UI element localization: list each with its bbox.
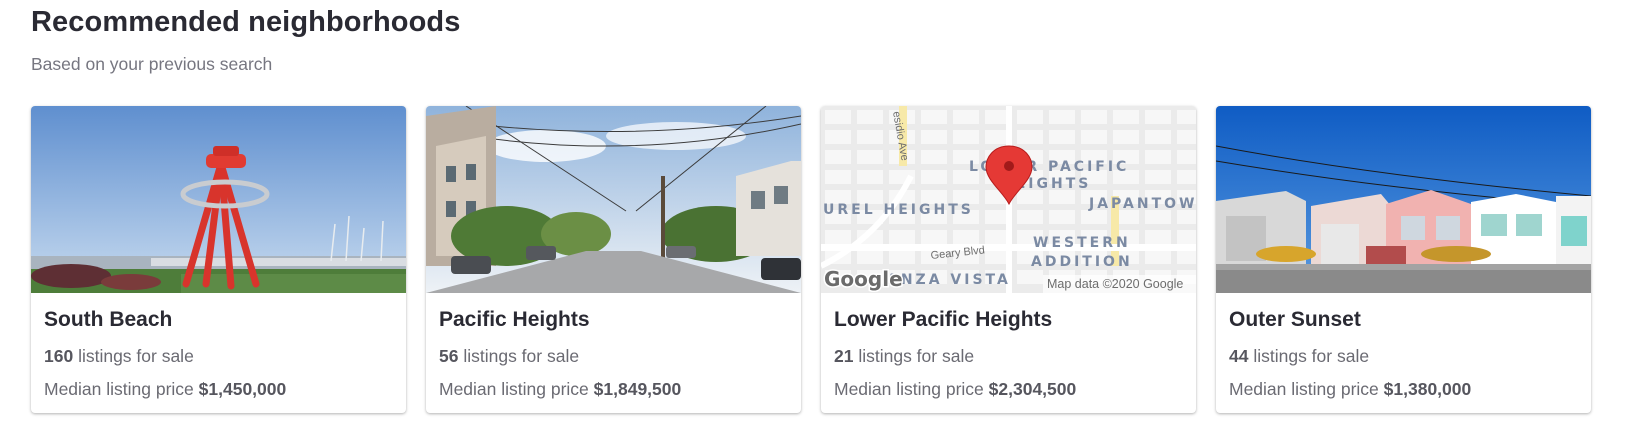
median-price-value: $1,849,500 bbox=[593, 379, 682, 399]
median-price-label: Median listing price bbox=[439, 379, 594, 399]
median-price-value: $2,304,500 bbox=[988, 379, 1077, 399]
listings-count: 56 bbox=[439, 346, 459, 366]
map-label: ANZA VISTA bbox=[887, 272, 1011, 288]
map-attribution: Map data ©2020 Google bbox=[1047, 277, 1183, 291]
listings-label: listings for sale bbox=[73, 346, 194, 366]
neighborhood-map: esidio Ave Geary Blvd LOWER PACIFIC HEIG… bbox=[821, 106, 1196, 293]
median-price-line: Median listing price $2,304,500 bbox=[834, 378, 1183, 400]
pacific-heights-photo bbox=[426, 106, 801, 293]
median-price-label: Median listing price bbox=[44, 379, 199, 399]
outer-sunset-photo bbox=[1216, 106, 1591, 293]
card-title: Lower Pacific Heights bbox=[834, 308, 1053, 331]
map-label: UREL HEIGHTS bbox=[823, 202, 974, 218]
median-price-line: Median listing price $1,849,500 bbox=[439, 378, 788, 400]
neighborhood-card-outer-sunset[interactable]: Outer Sunset 44 listings for sale Median… bbox=[1216, 106, 1591, 413]
south-beach-photo bbox=[31, 106, 406, 293]
recommended-neighborhoods-section: Recommended neighborhoods Based on your … bbox=[0, 0, 1646, 435]
listings-label: listings for sale bbox=[458, 346, 580, 366]
median-price-line: Median listing price $1,450,000 bbox=[44, 378, 393, 400]
median-price-line: Median listing price $1,380,000 bbox=[1229, 378, 1578, 400]
listings-label: listings for sale bbox=[853, 346, 975, 366]
listings-count-line: 44 listings for sale bbox=[1229, 345, 1578, 367]
listings-label: listings for sale bbox=[1248, 346, 1370, 366]
neighborhood-card-list: South Beach 160 listings for sale Median… bbox=[31, 106, 1591, 413]
listings-count: 44 bbox=[1229, 346, 1249, 366]
card-title: Pacific Heights bbox=[439, 308, 590, 331]
neighborhood-card-lower-pacific-heights[interactable]: esidio Ave Geary Blvd LOWER PACIFIC HEIG… bbox=[821, 106, 1196, 413]
listings-count-line: 21 listings for sale bbox=[834, 345, 1183, 367]
google-logo: Google bbox=[824, 267, 903, 291]
listings-count: 160 bbox=[44, 346, 74, 366]
neighborhood-card-pacific-heights[interactable]: Pacific Heights 56 listings for sale Med… bbox=[426, 106, 801, 413]
median-price-label: Median listing price bbox=[834, 379, 989, 399]
map-label: JAPANTOW bbox=[1088, 196, 1196, 212]
listings-count-line: 56 listings for sale bbox=[439, 345, 788, 367]
median-price-label: Median listing price bbox=[1229, 379, 1384, 399]
card-title: South Beach bbox=[44, 308, 173, 331]
map-label: WESTERN bbox=[1033, 235, 1131, 251]
card-title: Outer Sunset bbox=[1229, 308, 1361, 331]
median-price-value: $1,450,000 bbox=[198, 379, 287, 399]
median-price-value: $1,380,000 bbox=[1383, 379, 1472, 399]
listings-count: 21 bbox=[834, 346, 854, 366]
listings-count-line: 160 listings for sale bbox=[44, 345, 393, 367]
neighborhood-card-south-beach[interactable]: South Beach 160 listings for sale Median… bbox=[31, 106, 406, 413]
map-label: ADDITION bbox=[1031, 254, 1133, 270]
section-title: Recommended neighborhoods bbox=[31, 6, 461, 38]
section-subtitle: Based on your previous search bbox=[31, 54, 273, 74]
